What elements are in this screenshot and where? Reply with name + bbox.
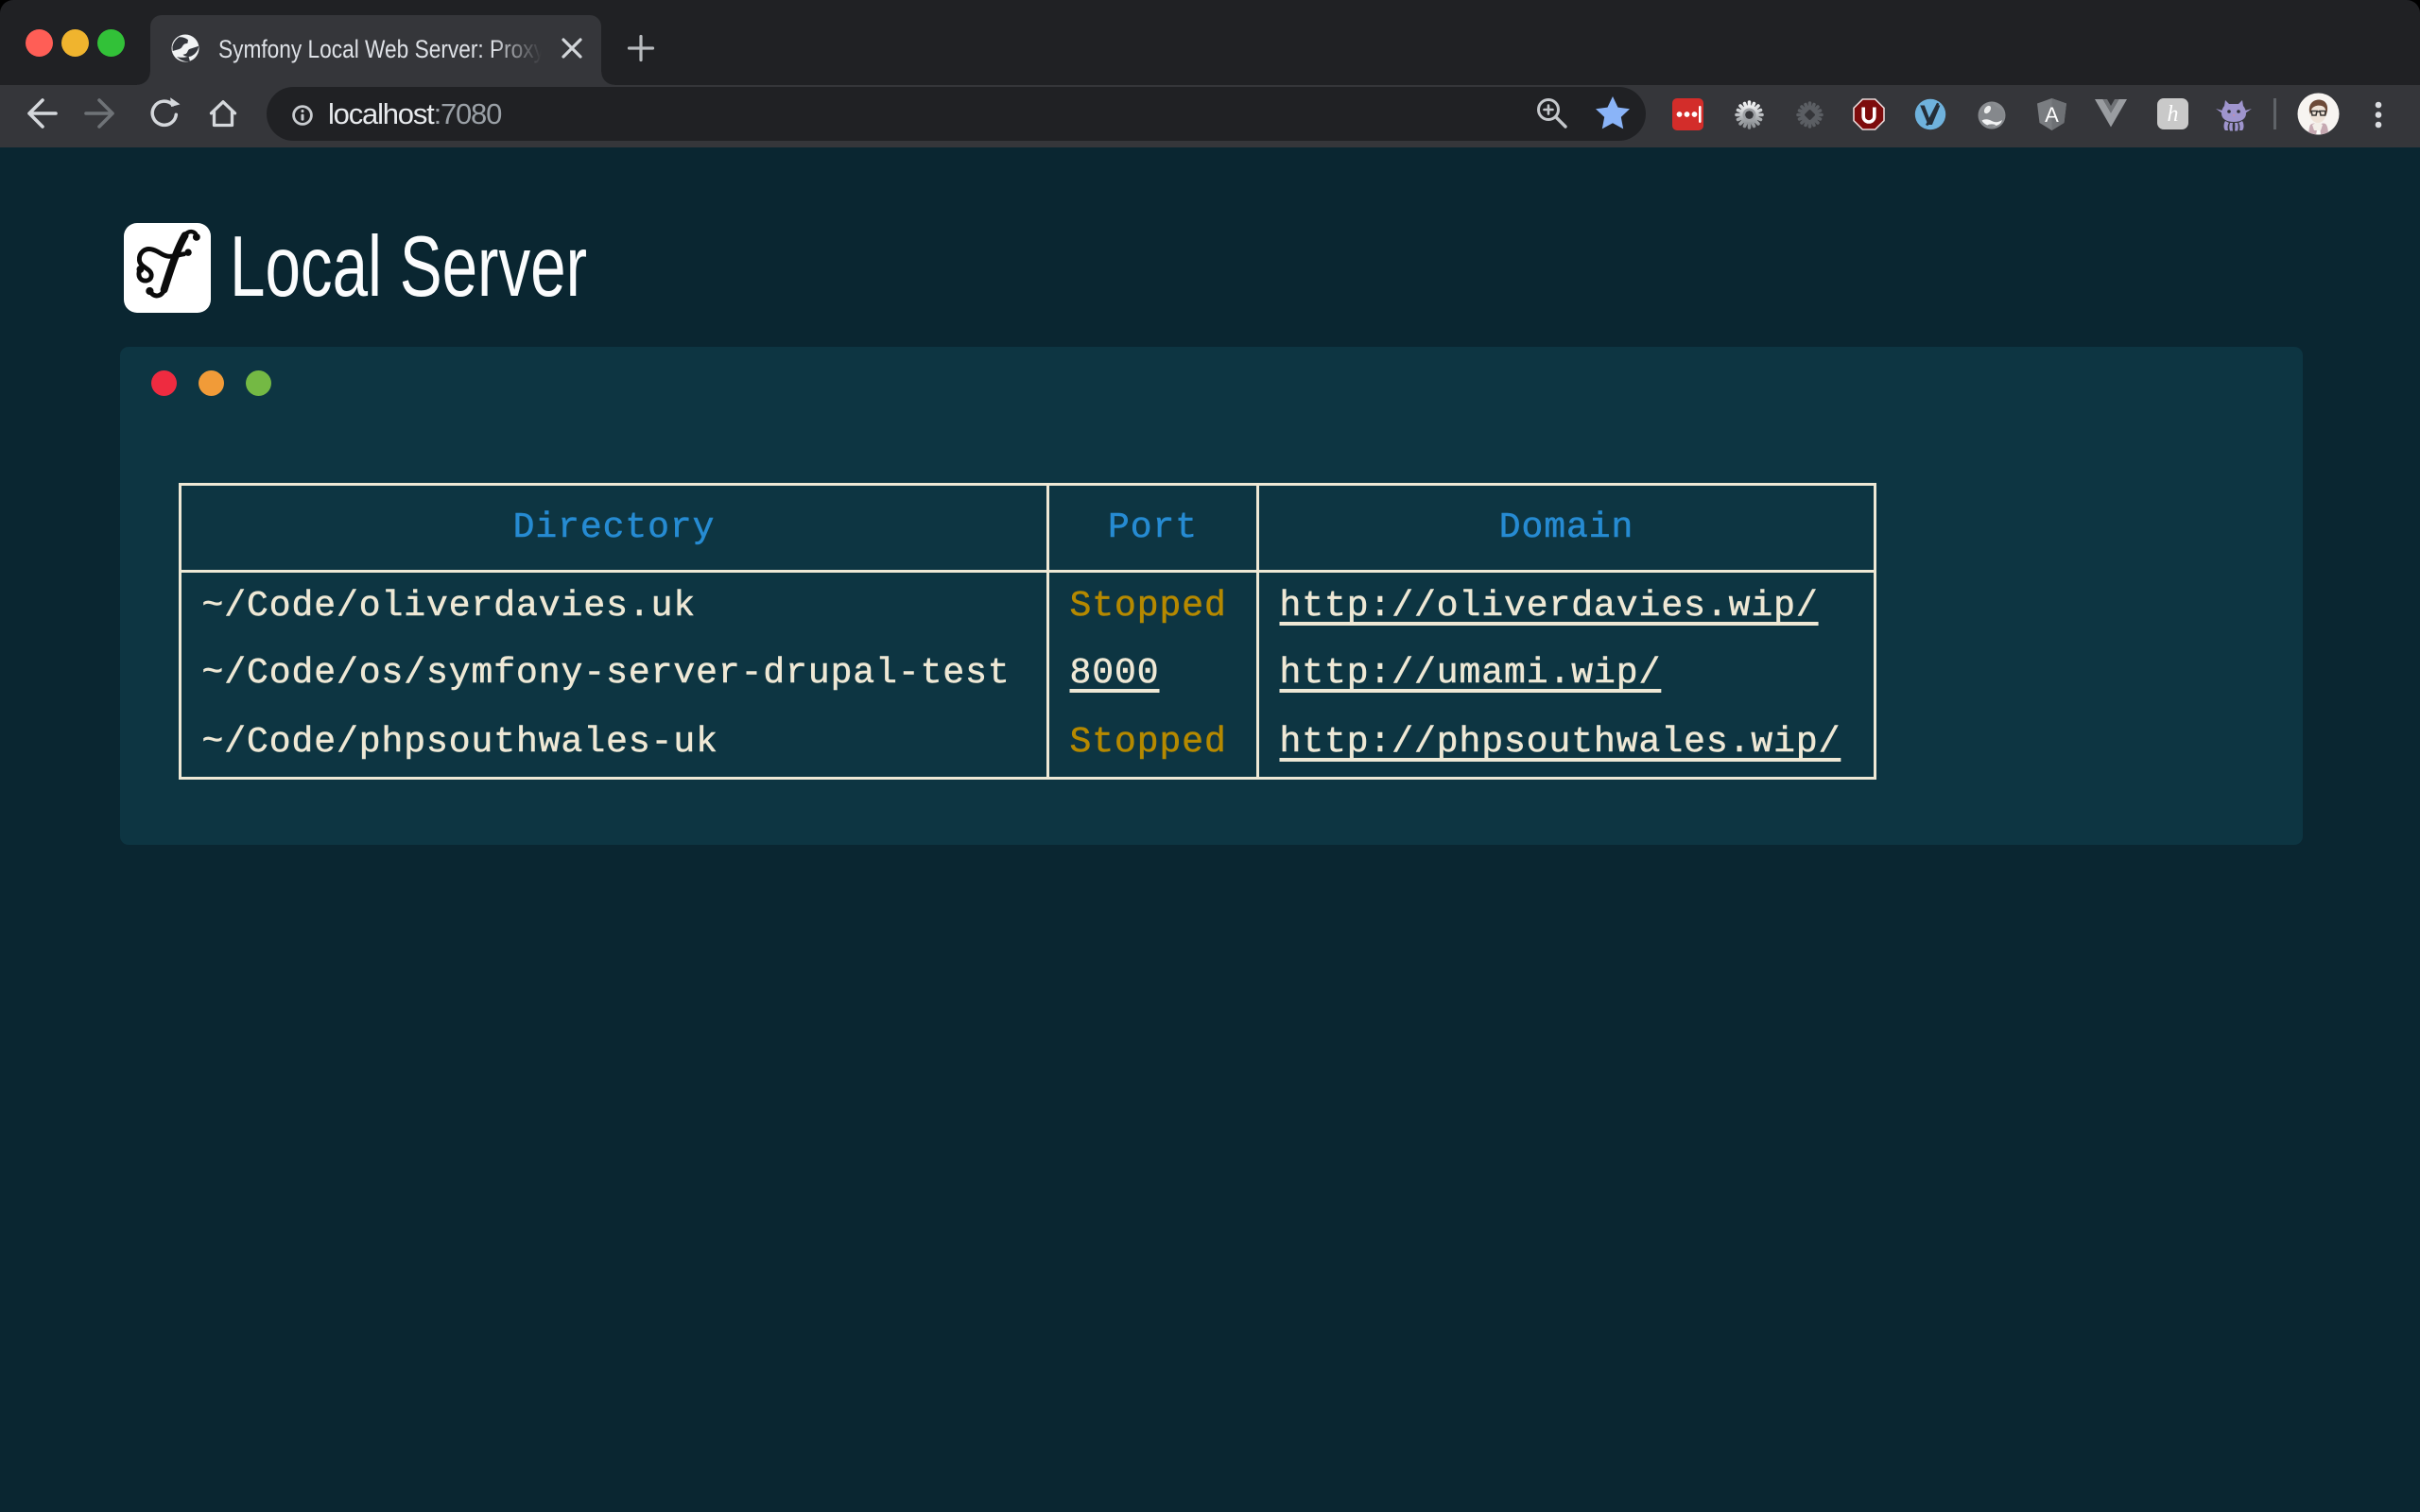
svg-text:h: h — [2168, 102, 2179, 127]
svg-text:A: A — [2045, 103, 2059, 127]
